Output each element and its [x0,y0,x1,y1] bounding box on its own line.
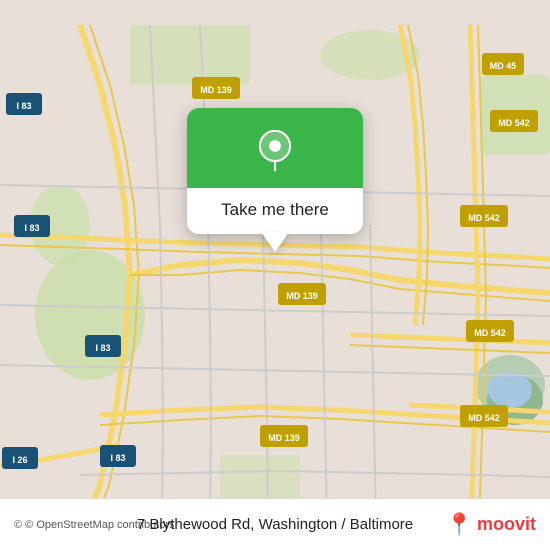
svg-text:MD 542: MD 542 [468,413,500,423]
popup-card: Take me there [187,108,363,234]
take-me-there-button[interactable]: Take me there [221,200,329,220]
svg-text:I 83: I 83 [110,453,125,463]
map-background: I 83 I 83 I 83 I 83 MD 45 MD 139 MD 139 … [0,0,550,550]
popup-footer: Take me there [187,188,363,234]
svg-text:I 83: I 83 [16,101,31,111]
location-pin-icon [254,130,296,172]
svg-text:MD 542: MD 542 [498,118,530,128]
svg-text:MD 139: MD 139 [286,291,318,301]
map-container: I 83 I 83 I 83 I 83 MD 45 MD 139 MD 139 … [0,0,550,550]
svg-text:MD 45: MD 45 [490,61,517,71]
svg-text:MD 139: MD 139 [268,433,300,443]
copyright-symbol: © [14,519,22,531]
svg-text:I 26: I 26 [12,455,27,465]
popup-tail [261,232,289,252]
svg-text:I 83: I 83 [24,223,39,233]
moovit-text: moovit [477,514,536,535]
popup-header [187,108,363,188]
moovit-pin-icon: 📍 [446,512,473,538]
moovit-logo: 📍 moovit [446,512,536,538]
address-label: 7 Blythewood Rd, Washington / Baltimore [137,516,413,533]
svg-text:I 83: I 83 [95,343,110,353]
svg-text:MD 542: MD 542 [468,213,500,223]
svg-text:MD 542: MD 542 [474,328,506,338]
bottom-bar: © © OpenStreetMap contributors 7 Blythew… [0,498,550,550]
svg-text:MD 139: MD 139 [200,85,232,95]
